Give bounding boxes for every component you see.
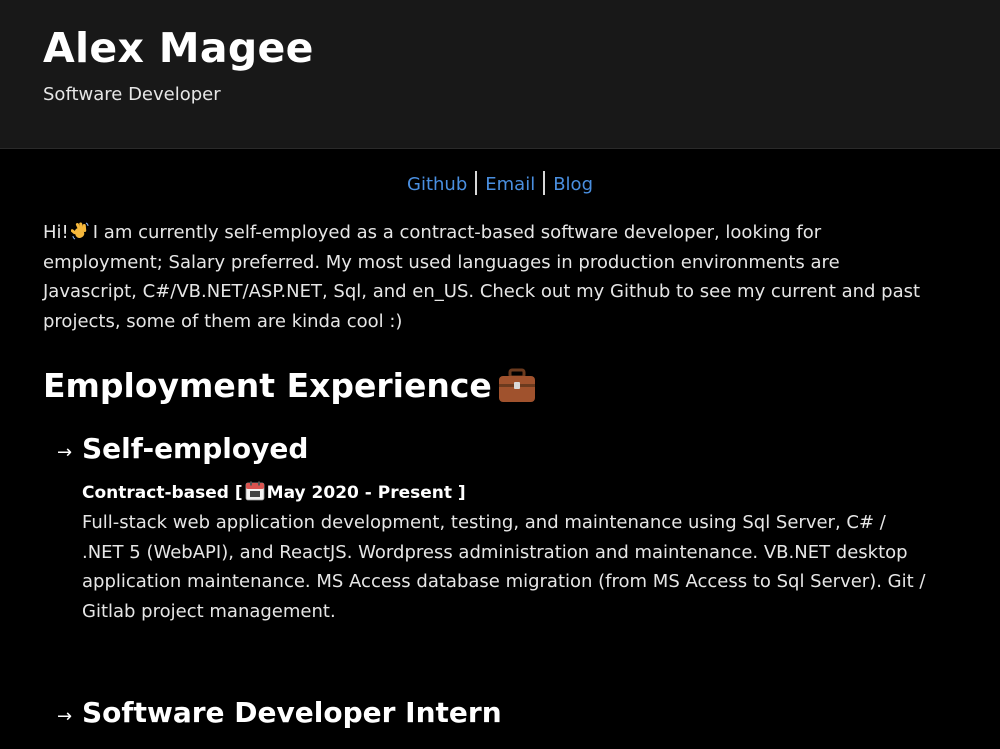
calendar-icon <box>245 481 265 506</box>
link-divider <box>475 171 478 195</box>
waving-hand-icon <box>70 221 91 241</box>
job-bullet-arrow: → <box>57 442 73 463</box>
blog-link[interactable]: Blog <box>553 174 593 195</box>
job-title-self-employed: Self-employed <box>82 432 309 465</box>
intro-paragraph: Hi! I am currently self-employed as a con… <box>43 218 933 337</box>
bracket-open: [ <box>234 483 243 503</box>
employment-experience-heading: Employment Experience <box>43 366 536 412</box>
job-bullet-arrow: → <box>57 706 73 727</box>
job-title-intern: Software Developer Intern <box>82 696 502 729</box>
intro-greeting: Hi! <box>43 222 69 243</box>
social-links-bar: Github Email Blog <box>0 171 1000 195</box>
page-title: Alex Magee <box>43 24 314 72</box>
link-divider <box>543 171 546 195</box>
job-description: Full-stack web application development, … <box>82 512 926 623</box>
github-link[interactable]: Github <box>407 174 467 195</box>
job-subheading: Contract-based [ May 2020 - Present ] <box>82 481 466 506</box>
briefcase-icon <box>498 368 536 412</box>
intro-text: I am currently self-employed as a contra… <box>43 222 921 333</box>
email-link[interactable]: Email <box>485 174 535 195</box>
job-type: Contract-based <box>82 483 229 503</box>
section-title-text: Employment Experience <box>43 366 492 405</box>
subtitle-role: Software Developer <box>43 84 221 105</box>
site-header: Alex Magee Software Developer <box>0 0 1000 149</box>
job-dates: May 2020 - Present ] <box>266 483 466 503</box>
